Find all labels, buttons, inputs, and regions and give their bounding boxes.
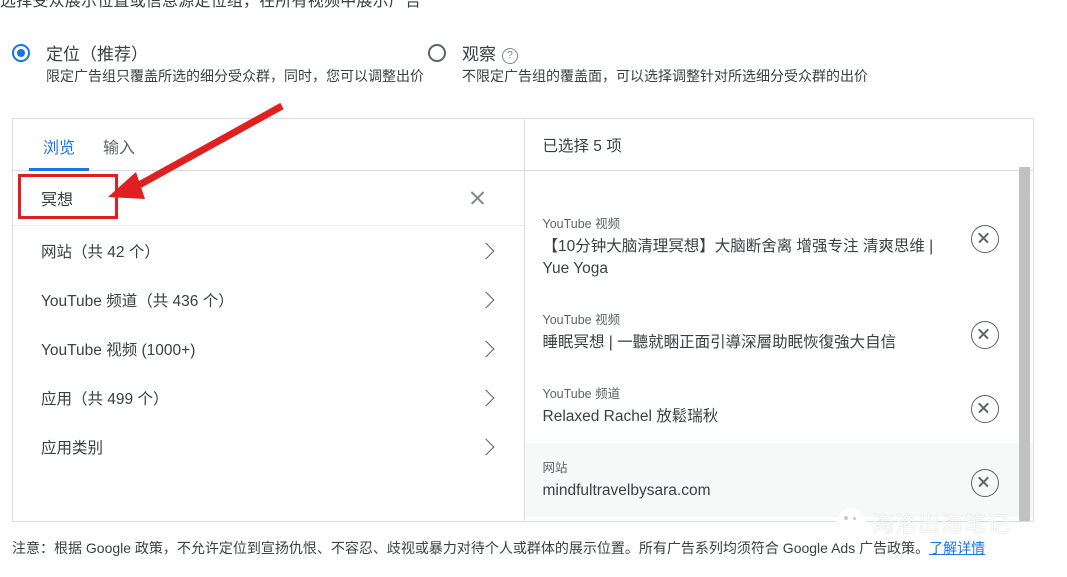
selected-item-type: YouTube 频道 xyxy=(542,386,621,401)
policy-note: 注意：根据 Google 政策，不允许定位到宣扬仇恨、不容忍、歧视或暴力对待个人… xyxy=(12,538,985,558)
radio-unselected-icon[interactable] xyxy=(428,44,446,62)
selected-item-name: 【10分钟大脑清理冥想】大脑断舍离 增强专注 清爽思维 | Yue Yoga xyxy=(542,238,934,278)
selected-item-text: YouTube 频道 Relaxed Rachel 放鬆瑞秋 xyxy=(543,383,972,428)
partially-scrolled-item xyxy=(524,172,1033,199)
list-item[interactable]: YouTube 频道 Relaxed Rachel 放鬆瑞秋 xyxy=(525,369,1034,443)
radio-selected-icon[interactable] xyxy=(12,44,30,62)
learn-more-link[interactable]: 了解详情 xyxy=(929,540,985,556)
radio-option-observation-label: 观察? xyxy=(462,40,518,65)
clipped-page-heading: 选择受众展示位置或信息源定位组，在所有视频中展示广告 xyxy=(0,0,1067,14)
category-item-youtube-channels[interactable]: YouTube 频道（共 436 个） xyxy=(13,275,524,324)
selected-item-name: mindfultravelbysara.com xyxy=(542,481,711,499)
chevron-right-icon xyxy=(477,438,494,455)
selected-item-text: YouTube 视频 睡眠冥想 | 一聽就睏正面引導深層助眠恢復強大自信 xyxy=(543,309,972,354)
remove-circle-icon[interactable] xyxy=(971,225,999,253)
category-label: 网站（共 42 个） xyxy=(41,243,160,261)
radio-option-observation-description: 不限定广告组的覆盖面，可以选择调整针对所选细分受众群的出价 xyxy=(462,68,868,84)
selected-item-name: Relaxed Rachel 放鬆瑞秋 xyxy=(542,407,719,425)
selected-item-text: YouTube 视频 【10分钟大脑清理冥想】大脑断舍离 增强专注 清爽思维 |… xyxy=(543,213,972,281)
close-icon[interactable] xyxy=(462,183,492,213)
browse-panel: 浏览 输入 网站（共 42 个） YouTube 频道（共 436 个） You… xyxy=(13,119,525,521)
selected-list-scrollbar[interactable] xyxy=(1019,167,1030,521)
chevron-right-icon xyxy=(477,242,494,259)
radio-option-targeting-description: 限定广告组只覆盖所选的细分受众群，同时，您可以调整出价 xyxy=(46,68,424,84)
list-item[interactable]: YouTube 视频 【10分钟大脑清理冥想】大脑断舍离 增强专注 清爽思维 |… xyxy=(525,199,1034,295)
category-label: YouTube 视频 (1000+) xyxy=(41,341,196,359)
policy-note-text: 注意：根据 Google 政策，不允许定位到宣扬仇恨、不容忍、歧视或暴力对待个人… xyxy=(12,540,930,556)
scrollbar-thumb[interactable] xyxy=(1019,167,1030,521)
chevron-right-icon xyxy=(477,389,494,406)
list-item[interactable]: 网站 mindfultravelbysara.com xyxy=(524,442,1033,517)
selected-count-header: 已选择 5 项 xyxy=(524,119,1033,171)
chevron-right-icon xyxy=(477,340,494,357)
clipped-heading-text: 选择受众展示位置或信息源定位组，在所有视频中展示广告 xyxy=(0,0,422,10)
radio-option-targeting-label: 定位（推荐） xyxy=(46,45,148,64)
category-item-websites[interactable]: 网站（共 42 个） xyxy=(13,226,524,275)
category-label: YouTube 频道（共 436 个） xyxy=(41,292,234,310)
targeting-mode-radio-group: 定位（推荐） 限定广告组只覆盖所选的细分受众群，同时，您可以调整出价 观察? 不… xyxy=(0,40,1067,110)
remove-circle-icon[interactable] xyxy=(971,320,999,349)
panel-tabs: 浏览 输入 xyxy=(13,119,524,171)
selected-items-list: YouTube 视频 【10分钟大脑清理冥想】大脑断舍离 增强专注 清爽思维 |… xyxy=(524,172,1034,521)
category-item-app-categories[interactable]: 应用类别 xyxy=(13,422,524,471)
selected-item-type: 网站 xyxy=(542,460,568,475)
selected-item-text: 网站 mindfultravelbysara.com xyxy=(543,457,972,502)
category-label: 应用类别 xyxy=(41,439,104,457)
category-item-youtube-videos[interactable]: YouTube 视频 (1000+) xyxy=(13,324,524,373)
list-item[interactable]: YouTube 视频 睡眠冥想 | 一聽就睏正面引導深層助眠恢復強大自信 xyxy=(525,295,1034,369)
help-circle-icon[interactable]: ? xyxy=(502,48,518,64)
placement-picker-card: 浏览 输入 网站（共 42 个） YouTube 频道（共 436 个） You… xyxy=(12,118,1034,522)
remove-circle-icon[interactable] xyxy=(971,394,999,423)
remove-circle-icon[interactable] xyxy=(971,468,999,497)
category-item-apps[interactable]: 应用（共 499 个） xyxy=(13,373,524,422)
search-row xyxy=(13,171,524,226)
tab-browse[interactable]: 浏览 xyxy=(29,134,90,171)
radio-option-observation-text: 观察 xyxy=(462,45,496,64)
selected-panel: 已选择 5 项 YouTube 视频 【10分钟大脑清理冥想】大脑断舍离 增强专… xyxy=(524,119,1034,521)
selected-item-type: YouTube 视频 xyxy=(542,217,621,231)
search-input[interactable] xyxy=(41,189,462,207)
selected-item-type: YouTube 视频 xyxy=(542,312,621,327)
category-label: 应用（共 499 个） xyxy=(41,390,169,408)
selected-item-name: 睡眠冥想 | 一聽就睏正面引導深層助眠恢復強大自信 xyxy=(542,333,897,351)
category-list: 网站（共 42 个） YouTube 频道（共 436 个） YouTube 视… xyxy=(13,226,524,471)
tab-input[interactable]: 输入 xyxy=(89,134,149,170)
chevron-right-icon xyxy=(477,291,494,308)
